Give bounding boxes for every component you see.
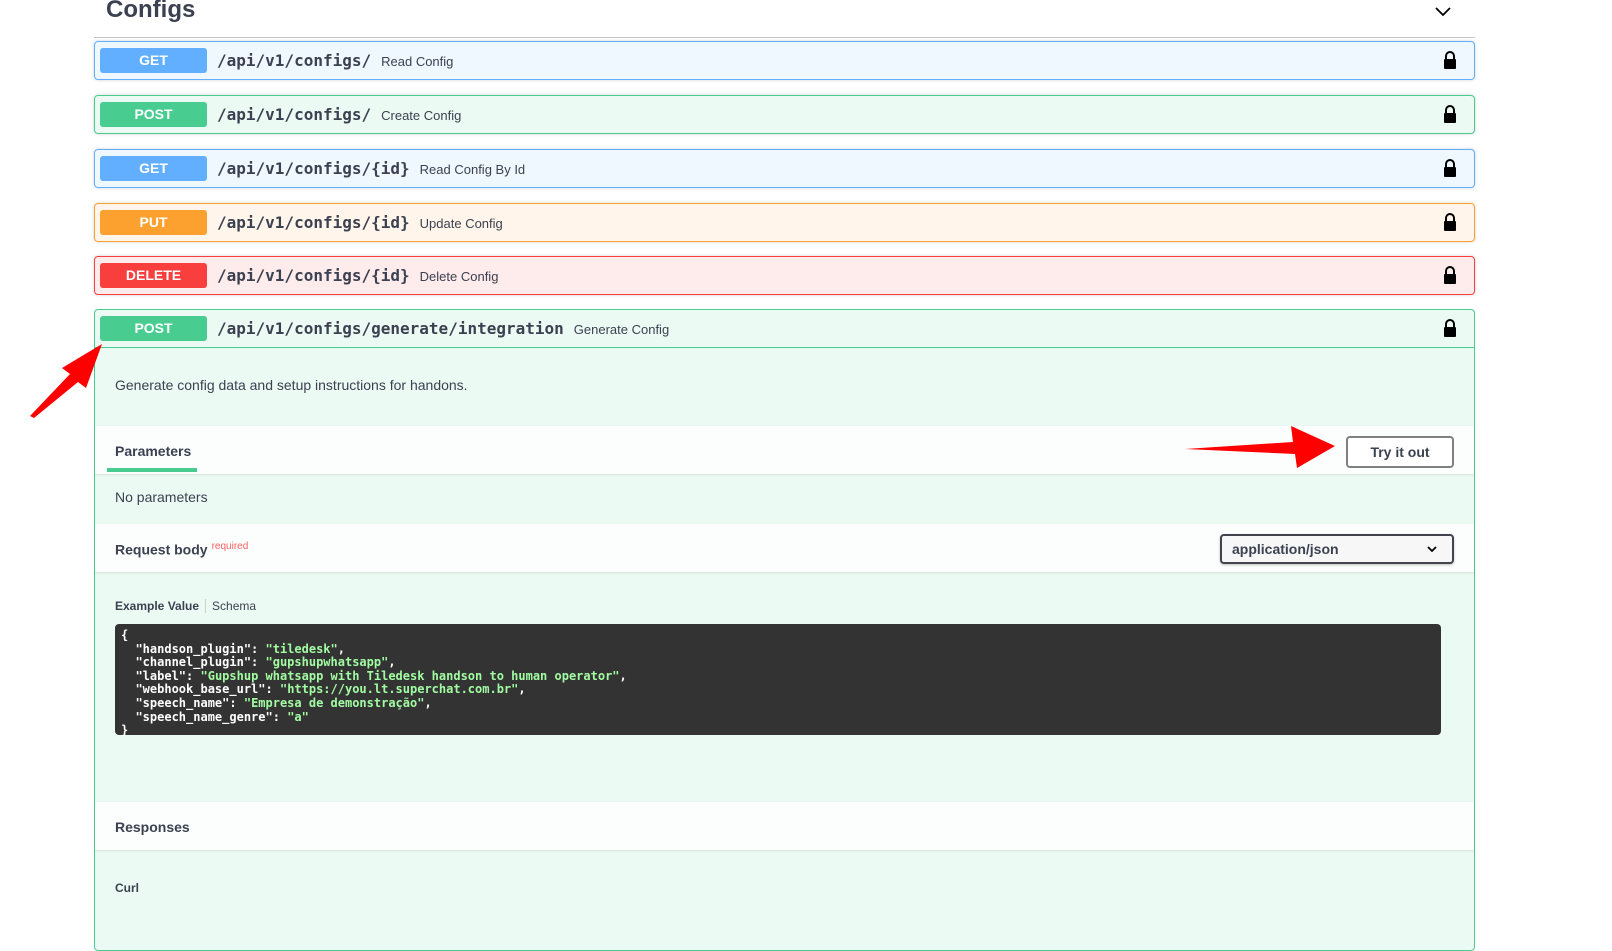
content-type-select[interactable]: application/json xyxy=(1220,534,1454,564)
opblock-post-configs[interactable]: POST /api/v1/configs/Create Config xyxy=(94,95,1475,134)
endpoint-summary: Read Config xyxy=(381,54,454,69)
required-badge: required xyxy=(211,541,249,552)
endpoint-path: /api/v1/configs/{id} Read Config By Id xyxy=(217,159,526,178)
chevron-down-icon xyxy=(1427,546,1437,553)
lock-icon[interactable] xyxy=(1442,319,1458,337)
endpoint-path: /api/v1/configs/{id} Delete Config xyxy=(217,266,499,285)
endpoint-summary: Generate Config xyxy=(573,322,670,337)
opblock-get-config-by-id[interactable]: GET /api/v1/configs/{id} Read Config By I… xyxy=(94,149,1475,188)
parameters-tab[interactable]: Parameters xyxy=(115,443,191,459)
section-header[interactable]: Configs xyxy=(94,0,1475,38)
curl-label: Curl xyxy=(115,881,139,895)
example-value-tab[interactable]: Example Value xyxy=(115,599,207,613)
endpoint-summary: Read Config By Id xyxy=(419,162,526,177)
method-badge: POST xyxy=(100,316,207,341)
method-badge: PUT xyxy=(100,210,207,235)
endpoint-summary: Update Config xyxy=(419,216,503,231)
example-json-block: { "handson_plugin": "tiledesk", "channel… xyxy=(115,624,1441,737)
responses-label: Responses xyxy=(115,819,190,835)
method-badge: DELETE xyxy=(100,263,207,288)
lock-icon[interactable] xyxy=(1442,51,1458,69)
method-badge: POST xyxy=(100,102,207,127)
endpoint-path: /api/v1/configs/generate/integration Gene… xyxy=(217,319,670,338)
content-type-value: application/json xyxy=(1232,541,1339,557)
parameters-header: Parameters Try it out xyxy=(95,426,1474,474)
endpoint-path: /api/v1/configs/Read Config xyxy=(217,51,454,70)
example-schema-tabs: Example Value Schema xyxy=(115,599,256,613)
tab-underline xyxy=(107,468,197,472)
endpoint-path: /api/v1/configs/{id} Update Config xyxy=(217,213,503,232)
chevron-down-icon[interactable] xyxy=(1433,2,1453,22)
method-badge: GET xyxy=(100,156,207,181)
endpoint-summary: Delete Config xyxy=(419,269,499,284)
no-parameters-text: No parameters xyxy=(115,489,208,505)
opblock-put-config[interactable]: PUT /api/v1/configs/{id} Update Config xyxy=(94,203,1475,242)
request-body-label: Request body required xyxy=(115,541,249,558)
lock-icon[interactable] xyxy=(1442,213,1458,231)
schema-tab[interactable]: Schema xyxy=(206,599,256,613)
try-it-out-button[interactable]: Try it out xyxy=(1346,436,1454,468)
request-body-header: Request body required application/json xyxy=(95,524,1474,572)
opblock-post-generate-integration: POST /api/v1/configs/generate/integratio… xyxy=(94,309,1475,951)
lock-icon[interactable] xyxy=(1442,266,1458,284)
endpoint-path: /api/v1/configs/Create Config xyxy=(217,105,462,124)
opblock-get-configs[interactable]: GET /api/v1/configs/Read Config xyxy=(94,41,1475,80)
opblock-delete-config[interactable]: DELETE /api/v1/configs/{id} Delete Config xyxy=(94,256,1475,295)
endpoint-description: Generate config data and setup instructi… xyxy=(115,377,468,393)
lock-icon[interactable] xyxy=(1442,105,1458,123)
responses-header: Responses xyxy=(95,802,1474,850)
opblock-summary[interactable]: POST /api/v1/configs/generate/integratio… xyxy=(95,310,1474,348)
section-title: Configs xyxy=(106,0,196,23)
endpoint-summary: Create Config xyxy=(381,108,462,123)
method-badge: GET xyxy=(100,48,207,73)
lock-icon[interactable] xyxy=(1442,159,1458,177)
